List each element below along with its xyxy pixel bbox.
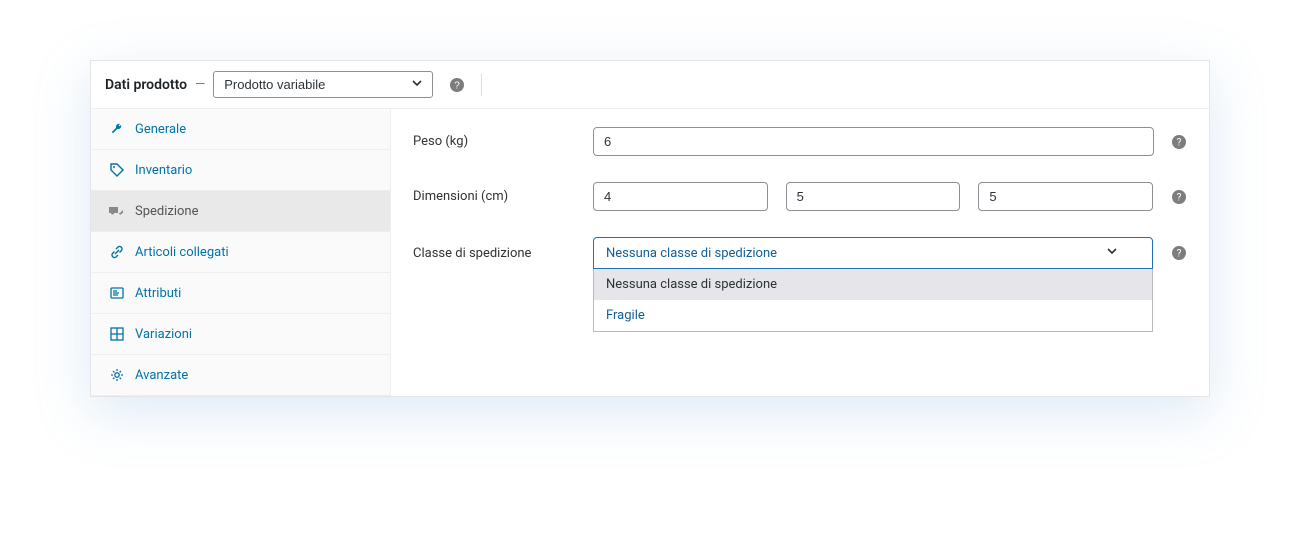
width-input[interactable] — [786, 182, 961, 211]
link-icon — [109, 244, 125, 260]
row-dimensions: Dimensioni (cm) ? — [413, 182, 1187, 211]
shipping-class-select[interactable]: Nessuna classe di spedizione — [593, 237, 1153, 269]
shipping-class-label: Classe di spedizione — [413, 246, 593, 261]
svg-text:?: ? — [1177, 192, 1182, 203]
panel-title: Dati prodotto — [105, 77, 187, 93]
tab-label: Attributi — [135, 286, 181, 301]
help-icon[interactable]: ? — [1171, 189, 1187, 205]
tab-general[interactable]: Generale — [91, 109, 390, 150]
dropdown-option[interactable]: Nessuna classe di spedizione — [594, 269, 1152, 300]
shipping-class-value: Nessuna classe di spedizione — [606, 246, 777, 261]
tab-label: Inventario — [135, 163, 192, 178]
row-weight: Peso (kg) ? — [413, 127, 1187, 156]
gear-icon — [109, 367, 125, 383]
dimensions-group — [593, 182, 1153, 211]
weight-input[interactable] — [593, 127, 1154, 156]
tab-label: Spedizione — [135, 204, 199, 219]
svg-text:?: ? — [454, 80, 460, 91]
tab-attributes[interactable]: Attributi — [91, 273, 390, 314]
product-type-select-wrap: Prodotto variabile — [213, 71, 433, 98]
tab-linked[interactable]: Articoli collegati — [91, 232, 390, 273]
help-icon[interactable]: ? — [449, 77, 465, 93]
wrench-icon — [109, 121, 125, 137]
row-shipping-class: Classe di spedizione Nessuna classe di s… — [413, 237, 1187, 269]
tab-label: Variazioni — [135, 327, 192, 342]
list-icon — [109, 285, 125, 301]
tab-content-shipping: Peso (kg) ? Dimensioni (cm) ? — [391, 109, 1209, 396]
tab-label: Generale — [135, 122, 186, 137]
grid-icon — [109, 326, 125, 342]
tab-shipping[interactable]: Spedizione — [91, 191, 390, 232]
header-divider — [481, 74, 482, 96]
tab-label: Articoli collegati — [135, 245, 229, 260]
tab-label: Avanzate — [135, 368, 188, 383]
height-input[interactable] — [978, 182, 1153, 211]
tag-icon — [109, 162, 125, 178]
help-icon[interactable]: ? — [1171, 134, 1187, 150]
panel-body: Generale Inventario Spedizione Articoli … — [91, 109, 1209, 396]
dropdown-option[interactable]: Fragile — [594, 300, 1152, 331]
weight-label: Peso (kg) — [413, 134, 593, 149]
dimensions-label: Dimensioni (cm) — [413, 189, 593, 204]
svg-text:?: ? — [1177, 137, 1182, 148]
length-input[interactable] — [593, 182, 768, 211]
tab-advanced[interactable]: Avanzate — [91, 355, 390, 396]
product-type-select[interactable]: Prodotto variabile — [213, 71, 433, 98]
tab-variations[interactable]: Variazioni — [91, 314, 390, 355]
shipping-class-select-wrap: Nessuna classe di spedizione Nessuna cla… — [593, 237, 1153, 269]
svg-text:?: ? — [1177, 249, 1182, 260]
chevron-down-icon — [1106, 245, 1118, 261]
truck-icon — [109, 203, 125, 219]
shipping-class-dropdown: Nessuna classe di spedizione Fragile — [593, 269, 1153, 332]
help-icon[interactable]: ? — [1171, 245, 1187, 261]
title-dash: — — [195, 77, 205, 92]
product-tabs: Generale Inventario Spedizione Articoli … — [91, 109, 391, 396]
tab-inventory[interactable]: Inventario — [91, 150, 390, 191]
product-data-panel: Dati prodotto — Prodotto variabile ? Gen… — [90, 60, 1210, 397]
panel-header: Dati prodotto — Prodotto variabile ? — [91, 61, 1209, 109]
